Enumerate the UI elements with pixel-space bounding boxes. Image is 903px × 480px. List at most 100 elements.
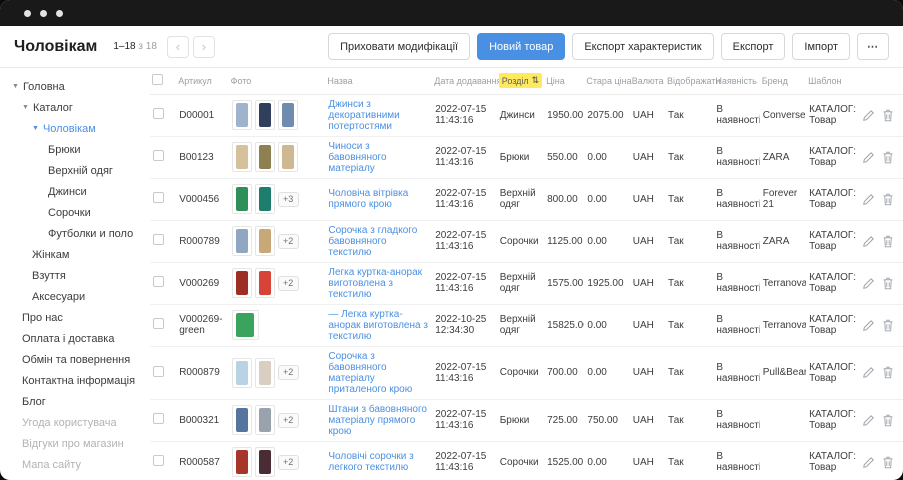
more-photos-badge[interactable]: +2 — [278, 276, 299, 291]
product-name-link[interactable]: Штани з бавовняного матеріалу прямого кр… — [328, 404, 429, 437]
column-header-sku[interactable]: Артикул — [176, 68, 228, 94]
edit-icon[interactable] — [862, 319, 875, 332]
row-checkbox[interactable] — [153, 413, 164, 424]
column-header-photo[interactable]: Фото — [229, 68, 326, 94]
product-photo[interactable] — [278, 142, 298, 172]
product-photo[interactable] — [255, 226, 275, 256]
column-header-display[interactable]: Відображати — [665, 68, 713, 94]
edit-icon[interactable] — [862, 193, 875, 206]
product-name-link[interactable]: Чоловічі сорочки з легкого текстилю — [328, 451, 429, 473]
window-control-dot[interactable] — [56, 10, 63, 17]
sidebar-item[interactable]: Контактна інформація — [0, 370, 150, 391]
product-photo[interactable] — [232, 142, 252, 172]
edit-icon[interactable] — [862, 109, 875, 122]
product-photo[interactable] — [232, 100, 252, 130]
delete-icon[interactable] — [882, 151, 895, 164]
column-header-availability[interactable]: Наявність — [713, 68, 759, 94]
column-header-name[interactable]: Назва — [325, 68, 432, 94]
column-header-date[interactable]: Дата додавання — [432, 68, 497, 94]
window-control-dot[interactable] — [24, 10, 31, 17]
sidebar-item[interactable]: Верхній одяг — [0, 160, 150, 181]
product-photo[interactable] — [255, 405, 275, 435]
product-name-link[interactable]: Легка куртка-анорак виготовлена з тексти… — [328, 267, 429, 300]
row-checkbox[interactable] — [153, 108, 164, 119]
delete-icon[interactable] — [882, 414, 895, 427]
sidebar-item[interactable]: ▼Каталог — [0, 97, 150, 118]
sidebar-item[interactable]: Сорочки — [0, 202, 150, 223]
more-photos-badge[interactable]: +2 — [278, 413, 299, 428]
product-photo[interactable] — [232, 226, 252, 256]
sidebar-item[interactable]: Брюки — [0, 139, 150, 160]
sidebar-item[interactable]: Про нас — [0, 307, 150, 328]
delete-icon[interactable] — [882, 193, 895, 206]
row-checkbox[interactable] — [153, 276, 164, 287]
row-checkbox[interactable] — [153, 234, 164, 245]
product-name-link[interactable]: Сорочка з гладкого бавовняного текстилю — [328, 225, 429, 258]
column-header-section[interactable]: Розділ⇅ — [497, 68, 544, 94]
sidebar-item[interactable]: Джинси — [0, 181, 150, 202]
delete-icon[interactable] — [882, 277, 895, 290]
edit-icon[interactable] — [862, 414, 875, 427]
column-header-brand[interactable]: Бренд — [760, 68, 806, 94]
product-photo[interactable] — [232, 447, 252, 477]
column-header-currency[interactable]: Валюта — [630, 68, 665, 94]
more-photos-badge[interactable]: +2 — [278, 365, 299, 380]
sort-icon[interactable]: ⇅ — [532, 75, 540, 86]
product-photo[interactable] — [255, 358, 275, 388]
delete-icon[interactable] — [882, 235, 895, 248]
sidebar-item[interactable]: Взуття — [0, 265, 150, 286]
product-photo[interactable] — [255, 184, 275, 214]
product-name-link[interactable]: Джинси з декоративними потертостями — [328, 99, 429, 132]
sidebar-item[interactable]: Обмін та повернення — [0, 349, 150, 370]
edit-icon[interactable] — [862, 277, 875, 290]
row-checkbox[interactable] — [153, 150, 164, 161]
product-photo[interactable] — [232, 310, 259, 340]
edit-icon[interactable] — [862, 366, 875, 379]
more-photos-badge[interactable]: +2 — [278, 455, 299, 470]
product-photo[interactable] — [255, 447, 275, 477]
column-header-old_price[interactable]: Стара ціна — [584, 68, 629, 94]
more-photos-badge[interactable]: +3 — [278, 192, 299, 207]
product-photo[interactable] — [255, 268, 275, 298]
sidebar-item[interactable]: Футболки и поло — [0, 223, 150, 244]
sidebar-item[interactable]: Відгуки про магазин — [0, 433, 150, 454]
sidebar-item[interactable]: Блог — [0, 391, 150, 412]
prev-page-button[interactable]: ‹ — [167, 36, 189, 58]
product-name-link[interactable]: — Легка куртка-анорак виготовлена з текс… — [328, 309, 429, 342]
edit-icon[interactable] — [862, 235, 875, 248]
product-name-link[interactable]: Чиноси з бавовняного матеріалу — [328, 141, 429, 174]
sidebar-item[interactable]: Оплата і доставка — [0, 328, 150, 349]
row-checkbox[interactable] — [153, 192, 164, 203]
more-photos-badge[interactable]: +2 — [278, 234, 299, 249]
column-header-price[interactable]: Ціна — [544, 68, 584, 94]
new-product-button[interactable]: Новий товар — [477, 33, 565, 60]
hide-modifications-button[interactable]: Приховати модифікації — [328, 33, 470, 60]
sidebar-item[interactable]: Угода користувача — [0, 412, 150, 433]
edit-icon[interactable] — [862, 151, 875, 164]
row-checkbox[interactable] — [153, 366, 164, 377]
product-photo[interactable] — [232, 184, 252, 214]
delete-icon[interactable] — [882, 366, 895, 379]
sidebar-item[interactable]: Аксесуари — [0, 286, 150, 307]
window-control-dot[interactable] — [40, 10, 47, 17]
sidebar-item[interactable]: ▼Чоловікам — [0, 118, 150, 139]
sidebar-item[interactable]: ▼Головна — [0, 76, 150, 97]
export-button[interactable]: Експорт — [721, 33, 786, 60]
edit-icon[interactable] — [862, 456, 875, 469]
sidebar-item[interactable]: Мапа сайту — [0, 454, 150, 475]
select-all-checkbox[interactable] — [152, 74, 163, 85]
next-page-button[interactable]: › — [193, 36, 215, 58]
product-photo[interactable] — [232, 268, 252, 298]
row-checkbox[interactable] — [153, 318, 164, 329]
sidebar-item[interactable]: Жінкам — [0, 244, 150, 265]
product-name-link[interactable]: Сорочка з бавовняного матеріалу притален… — [328, 351, 429, 395]
product-name-link[interactable]: Чоловіча вітрівка прямого крою — [328, 188, 429, 210]
import-button[interactable]: Імпорт — [792, 33, 850, 60]
delete-icon[interactable] — [882, 319, 895, 332]
product-photo[interactable] — [232, 405, 252, 435]
delete-icon[interactable] — [882, 456, 895, 469]
more-actions-button[interactable]: ⋯ — [857, 33, 889, 60]
row-checkbox[interactable] — [153, 455, 164, 466]
product-photo[interactable] — [232, 358, 252, 388]
export-characteristics-button[interactable]: Експорт характеристик — [572, 33, 713, 60]
